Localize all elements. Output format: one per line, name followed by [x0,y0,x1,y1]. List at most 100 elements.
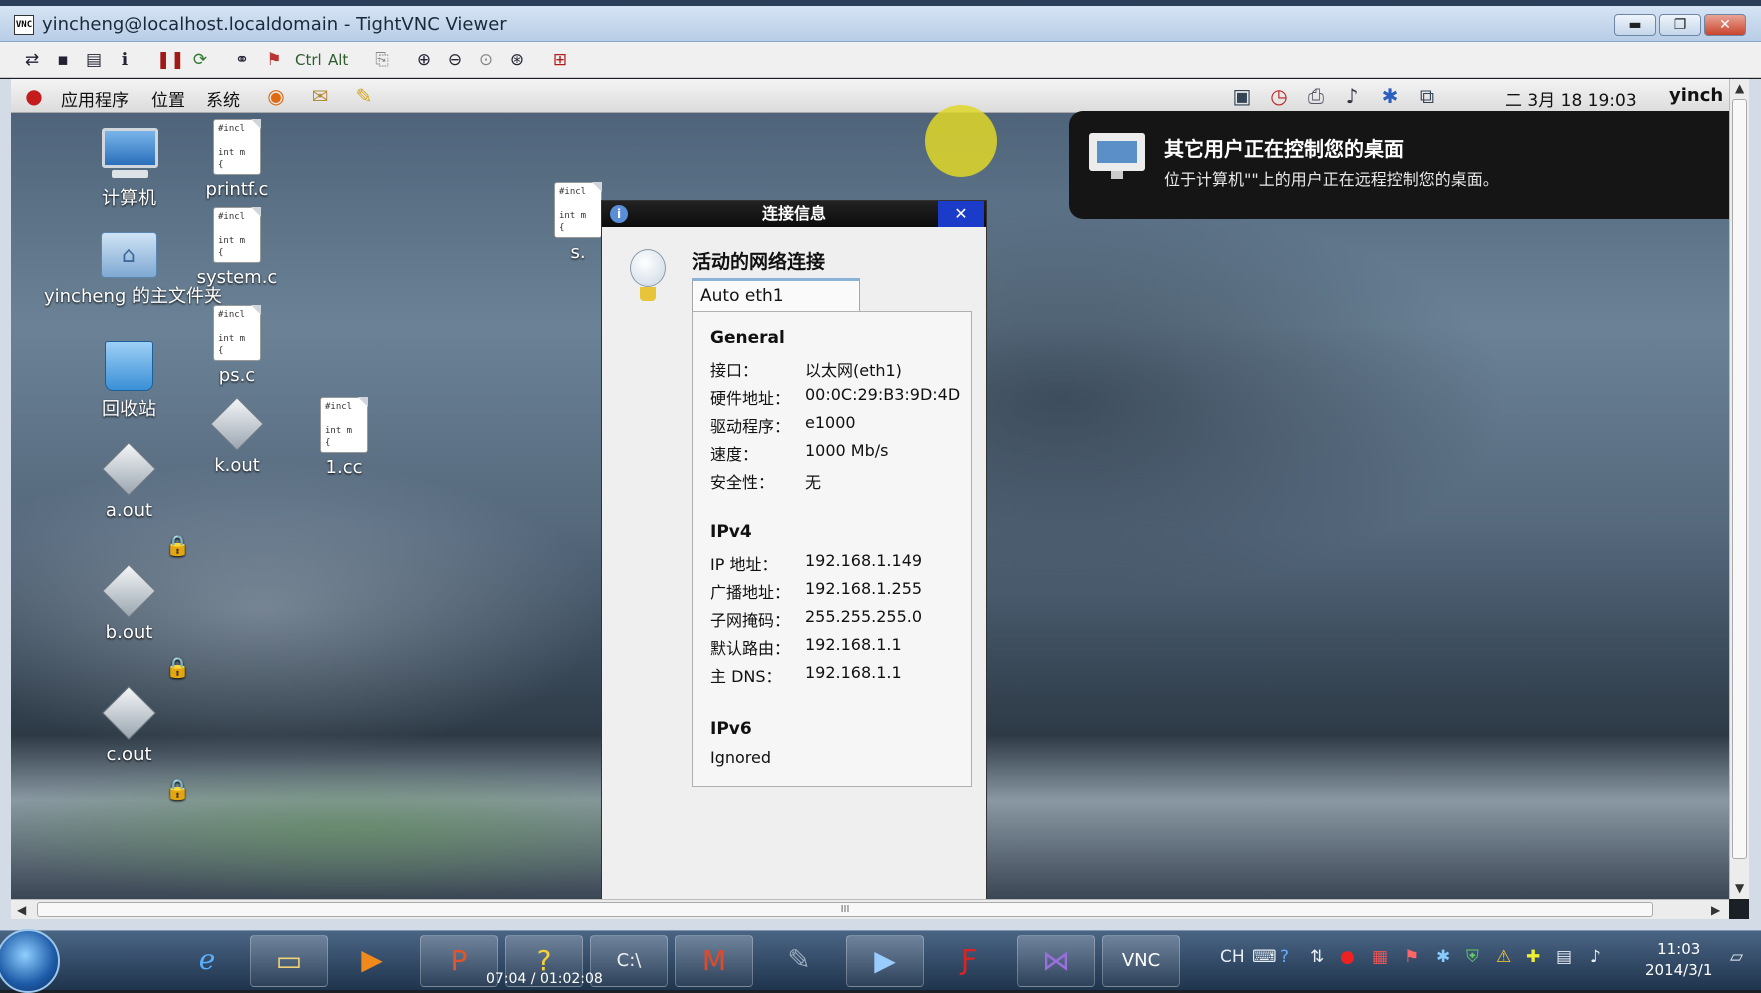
desktop-icon-1-cc[interactable]: #incl int m{ 1.cc [279,397,409,478]
zoom-fit-icon[interactable]: ⊛ [505,48,529,72]
desktop-icon-ps-c[interactable]: #incl int m{ ps.c [172,305,302,386]
minimize-button[interactable]: ▬ [1614,14,1656,36]
system-clock[interactable]: 11:03 2014/3/1 [1645,939,1712,981]
new-connection-icon[interactable]: ⇄ [20,48,44,72]
bluetooth-icon[interactable]: ✱ [1436,947,1450,967]
play-icon[interactable]: ▶ [846,935,924,987]
zoom-out-icon[interactable]: ⊖ [443,48,467,72]
keyboard-icon[interactable]: ⌨ [1252,947,1277,967]
vnc-toolbar: ⇄ ▪ ▤ ℹ ❚❚ ⟳ ⚭ ⚑ Ctrl Alt ⎘ ⊕ ⊖ ⊙ ⊛ ⊞ [0,42,1761,78]
scroll-down-icon[interactable]: ▼ [1735,881,1744,895]
volume-tray-icon[interactable]: ♪ [1339,83,1365,109]
update-icon[interactable]: ✚ [1526,947,1540,967]
remote-desktop[interactable]: ● 应用程序 位置 系统 ◉ ✉ ✎ ▣ ◷ ⎙ ♪ ✱ ⧉ 二 3月 18 1… [11,79,1729,899]
desktop-icon-c-out[interactable]: c.out [64,686,194,765]
detail-key: IP 地址： [710,555,778,574]
vnc-taskbar-icon[interactable]: VNC [1102,935,1180,987]
panel-clock[interactable]: 二 3月 18 19:03 [1505,86,1637,111]
clock-date: 2014/3/1 [1645,961,1713,979]
notification-body: 位于计算机""上的用户正在远程控制您的桌面。 [1164,170,1499,189]
places-menu[interactable]: 位置 [151,86,185,111]
pen-icon[interactable]: ✎ [760,935,838,987]
scroll-right-icon[interactable]: ▶ [1711,903,1720,917]
network-tray-icon[interactable]: ⧉ [1414,83,1440,109]
desktop-icon-system-c[interactable]: #incl int m{ system.c [172,207,302,288]
remote-control-notification[interactable]: 其它用户正在控制您的桌面 位于计算机""上的用户正在远程控制您的桌面。 [1069,111,1729,219]
detail-key: 主 DNS： [710,667,782,686]
vertical-scroll-thumb[interactable] [1732,99,1747,859]
save-icon[interactable]: ▪ [51,48,75,72]
frame-bottom [0,919,1761,930]
detail-value: e1000 [805,413,856,432]
security-icon[interactable]: ⛨ [1466,947,1479,967]
bluetooth-tray-icon[interactable]: ✱ [1377,83,1403,109]
icon-label: a.out [105,500,153,521]
applications-menu[interactable]: 应用程序 [61,86,129,111]
dialog-heading: 活动的网络连接 [692,251,826,273]
system-menu[interactable]: 系统 [206,86,240,111]
desktop-icon-printf-c[interactable]: #incl int m{ printf.c [172,119,302,200]
fullscreen-icon[interactable]: ⊞ [548,48,572,72]
detail-value: 192.168.1.149 [805,551,923,570]
pause-icon[interactable]: ❚❚ [156,48,185,72]
ctrl-key-button[interactable]: Ctrl [295,48,322,72]
zoom-in-icon[interactable]: ⊕ [412,48,436,72]
ctrl-esc-icon[interactable]: ⚑ [262,48,286,72]
detail-value: 00:0C:29:B3:9D:4D [805,385,961,404]
tray-expand-icon[interactable]: ⇅ [1310,947,1324,967]
firefox-icon[interactable]: ◉ [263,83,289,109]
explorer-icon[interactable]: ▭ [250,935,328,987]
options-icon[interactable]: ▤ [82,48,106,72]
warning-icon[interactable]: ⚠ [1496,947,1511,967]
frame-left [0,79,11,919]
vertical-scrollbar[interactable]: ▲ ▼ [1729,79,1749,899]
info-icon[interactable]: ℹ [113,48,137,72]
language-indicator[interactable]: CH [1220,947,1245,967]
network-icon[interactable]: ▤ [1556,947,1572,967]
notes-icon[interactable]: ✎ [351,83,377,109]
trash-icon [105,341,153,391]
volume-icon[interactable]: ♪ [1590,947,1601,967]
filezilla-icon[interactable]: Ƒ [930,935,1008,987]
panel-user[interactable]: yinch [1669,85,1723,106]
update-tray-icon[interactable]: ◷ [1266,83,1292,109]
media-player-icon[interactable]: ▶ [333,935,411,987]
icon-label: printf.c [205,179,269,200]
mail-client-icon[interactable]: M [675,935,753,987]
tab-auto-eth1[interactable]: Auto eth1 (default) [692,278,860,336]
dialog-close-button[interactable]: ✕ [938,201,984,227]
copy-icon[interactable]: ⎘ [370,48,394,72]
detail-key: 子网掩码： [710,611,791,630]
desktop-icon-b-out[interactable]: b.out [64,564,194,643]
mail-icon[interactable]: ✉ [307,83,333,109]
scroll-left-icon[interactable]: ◀ [17,903,26,917]
flag-icon[interactable]: ⚑ [1404,947,1419,967]
detail-value: 1000 Mb/s [805,441,889,460]
show-desktop-icon[interactable]: ▱ [1730,947,1743,967]
visual-studio-icon[interactable]: ⋈ [1017,935,1095,987]
alt-key-button[interactable]: Alt [328,48,348,72]
c-source-file-icon: #incl int m{ [554,182,602,238]
lock-icon: 🔒 [165,655,190,679]
start-button[interactable] [0,929,60,993]
record-icon[interactable]: ● [1340,947,1355,967]
horizontal-scroll-thumb[interactable]: III [37,902,1653,917]
redhat-logo-icon[interactable]: ● [21,83,47,109]
refresh-icon[interactable]: ⟳ [188,48,212,72]
help-tray-icon[interactable]: ? [1280,947,1289,967]
executable-icon [102,442,156,496]
executable-icon [102,564,156,618]
detail-value: 无 [805,473,822,492]
ie-icon[interactable]: ℯ [168,935,246,987]
horizontal-scrollbar[interactable]: ◀ III ▶ [11,899,1729,919]
zoom-100-icon[interactable]: ⊙ [474,48,498,72]
maximize-button[interactable]: ❐ [1659,14,1701,36]
scroll-up-icon[interactable]: ▲ [1735,81,1744,95]
printer-tray-icon[interactable]: ⎙ [1303,83,1329,109]
close-window-button[interactable]: ✕ [1704,14,1746,36]
remote-desktop-tray-icon[interactable]: ▣ [1229,83,1255,109]
cursor-highlight [925,105,997,177]
tray-app-icon[interactable]: ▦ [1372,947,1388,967]
ctrl-alt-del-icon[interactable]: ⚭ [230,48,254,72]
detail-key: 硬件地址： [710,389,791,408]
